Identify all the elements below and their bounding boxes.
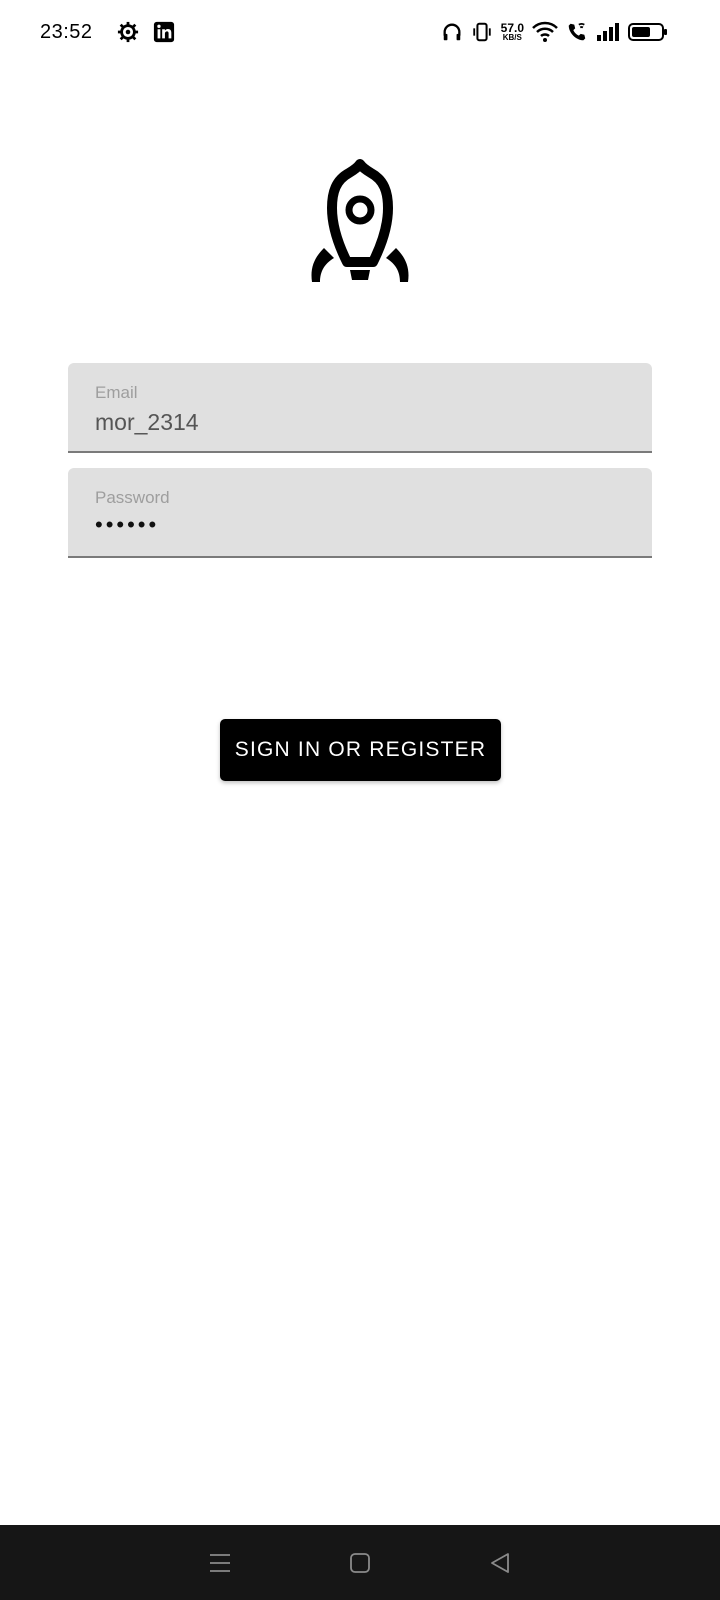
signal-icon xyxy=(596,22,620,42)
status-left: 23:52 xyxy=(40,21,175,44)
navigation-bar xyxy=(0,1525,720,1600)
status-time: 23:52 xyxy=(40,20,93,43)
password-field[interactable]: Password •••••• xyxy=(68,468,652,558)
email-label: Email xyxy=(95,383,138,402)
network-speed: 57.0 KB/S xyxy=(501,22,524,42)
home-icon[interactable] xyxy=(330,1533,390,1593)
login-screen: 23:52 57.0 KB/S Email mor_2314 Password … xyxy=(0,0,720,1600)
vibrate-icon xyxy=(471,21,493,43)
battery-icon xyxy=(628,21,668,43)
sign-in-register-button[interactable]: SIGN IN OR REGISTER xyxy=(220,719,501,781)
status-right: 57.0 KB/S xyxy=(441,21,668,43)
wifi-call-icon xyxy=(566,21,588,43)
password-value[interactable]: •••••• xyxy=(95,512,159,538)
back-icon[interactable] xyxy=(470,1533,530,1593)
settings-icon xyxy=(117,21,139,43)
headphones-icon xyxy=(441,21,463,43)
logo-container xyxy=(0,158,720,292)
wifi-icon xyxy=(532,21,558,43)
email-value[interactable]: mor_2314 xyxy=(95,409,199,436)
network-speed-unit: KB/S xyxy=(502,33,522,42)
status-bar: 23:52 57.0 KB/S xyxy=(0,0,720,64)
email-field[interactable]: Email mor_2314 xyxy=(68,363,652,453)
rocket-icon xyxy=(311,159,409,282)
password-label: Password xyxy=(95,488,170,507)
menu-icon[interactable] xyxy=(190,1533,250,1593)
linkedin-icon xyxy=(153,21,175,43)
